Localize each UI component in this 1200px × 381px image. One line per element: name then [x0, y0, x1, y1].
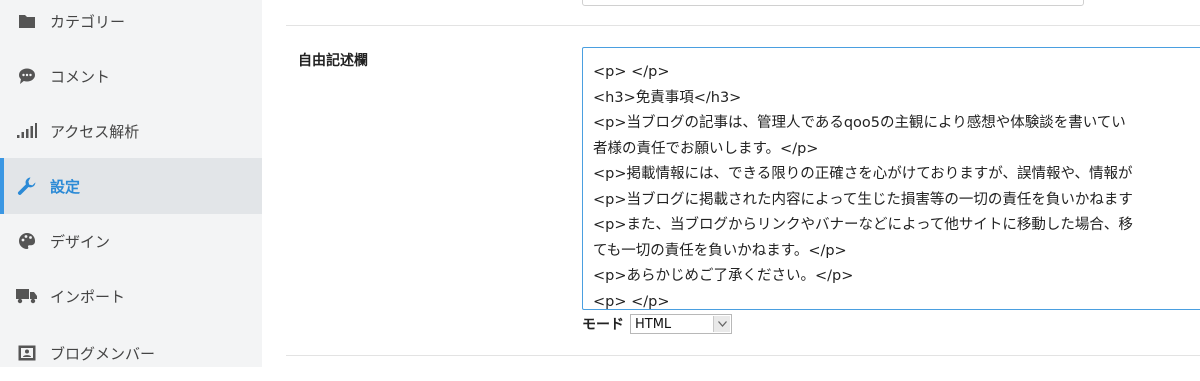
- settings-main: 自由記述欄 <p> </p> <h3>免責事項</h3> <p>当ブログの記事は…: [262, 0, 1200, 367]
- mode-row: モード HTML: [582, 313, 732, 335]
- textarea-line: <h3>免責事項</h3>: [593, 89, 742, 106]
- textarea-line: <p>当ブログの記事は、管理人であるqoo5の主観により感想や体験談を書いてい: [593, 115, 1126, 131]
- sidebar-item-label: デザイン: [50, 232, 111, 251]
- previous-field-input[interactable]: [582, 0, 1084, 6]
- textarea-line: <p>当ブログに掲載された内容によって生じた損害等の一切の責任を負いかねます: [593, 191, 1133, 208]
- sidebar-item-label: 設定: [50, 177, 81, 196]
- sidebar-item-design[interactable]: デザイン: [0, 213, 262, 269]
- sidebar-item-comments[interactable]: コメント: [0, 48, 262, 104]
- member-card-icon: [16, 342, 38, 364]
- mode-label: モード: [582, 317, 624, 333]
- mode-select[interactable]: HTML: [630, 314, 732, 334]
- signal-bars-icon: [16, 120, 38, 142]
- textarea-line: <p>あらかじめご了承ください。</p>: [593, 268, 854, 284]
- comment-icon: [16, 65, 38, 87]
- palette-icon: [16, 230, 38, 252]
- sidebar-item-label: アクセス解析: [50, 122, 140, 141]
- textarea-line: <p>掲載情報には、できる限りの正確さを心がけておりますが、誤情報や、情報が: [593, 166, 1133, 182]
- textarea-line: 者様の責任でお願いします。</p>: [593, 140, 819, 157]
- divider: [286, 355, 1200, 356]
- mode-select-value: HTML: [635, 316, 672, 332]
- wrench-icon: [16, 175, 38, 197]
- sidebar-item-settings[interactable]: 設定: [0, 158, 262, 214]
- sidebar-item-analytics[interactable]: アクセス解析: [0, 103, 262, 159]
- textarea-line: <p> </p>: [593, 293, 670, 310]
- sidebar-item-import[interactable]: インポート: [0, 268, 262, 324]
- folder-icon: [16, 10, 38, 32]
- chevron-down-icon[interactable]: [713, 316, 730, 332]
- truck-icon: [16, 285, 38, 307]
- sidebar-item-categories[interactable]: カテゴリー: [0, 0, 262, 49]
- sidebar: カテゴリー コメント アクセス解析 設定 デザイン インポート ブログメンバー: [0, 0, 262, 367]
- sidebar-item-label: ブログメンバー: [50, 344, 156, 363]
- free-text-field-label: 自由記述欄: [298, 53, 368, 69]
- divider: [286, 25, 1200, 26]
- sidebar-item-label: カテゴリー: [50, 12, 126, 31]
- textarea-line: <p> </p>: [593, 64, 670, 80]
- textarea-line: ても一切の責任を負いかねます。</p>: [593, 242, 847, 259]
- free-text-textarea[interactable]: <p> </p> <h3>免責事項</h3> <p>当ブログの記事は、管理人であ…: [582, 47, 1200, 310]
- textarea-line: <p>また、当ブログからリンクやバナーなどによって他サイトに移動した場合、移: [593, 217, 1133, 233]
- sidebar-item-blog-members[interactable]: ブログメンバー: [0, 325, 262, 381]
- sidebar-item-label: インポート: [50, 287, 126, 306]
- sidebar-item-label: コメント: [50, 67, 111, 86]
